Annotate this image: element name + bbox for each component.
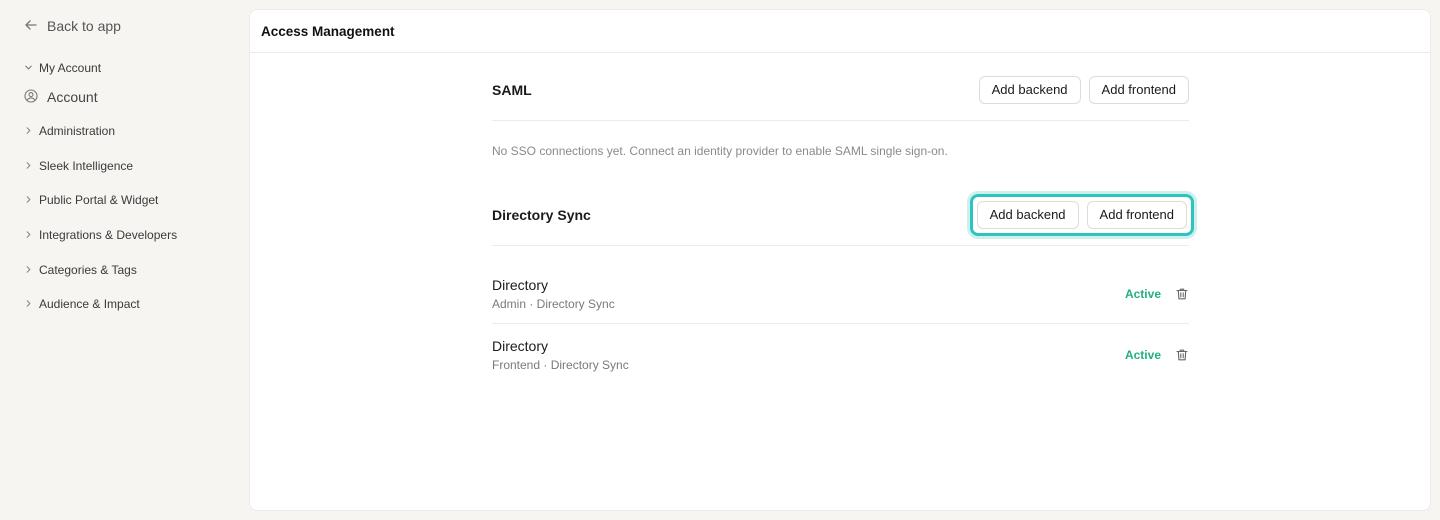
back-to-app-label: Back to app: [47, 18, 121, 34]
chevron-right-icon: [24, 193, 33, 207]
main-panel: Access Management SAML Add backend Add f…: [249, 9, 1431, 511]
sidebar-group-integrations[interactable]: Integrations & Developers: [24, 226, 177, 244]
directory-row-actions: Active: [1125, 348, 1189, 362]
directory-meta: Frontend · Directory Sync: [492, 358, 629, 372]
page-title: Access Management: [261, 23, 395, 39]
app-root: Back to app My Account Account Administr…: [0, 0, 1440, 520]
directory-name: Directory: [492, 276, 549, 293]
chevron-right-icon: [24, 228, 33, 242]
sidebar-group-label: Administration: [39, 124, 116, 138]
sidebar-group-label: Integrations & Developers: [39, 228, 178, 242]
sidebar-group-administration[interactable]: Administration: [24, 122, 115, 140]
directory-row-actions: Active: [1125, 287, 1189, 301]
list-item: Directory Frontend · Directory Sync Acti…: [492, 325, 1189, 385]
sidebar-group-label: Audience & Impact: [39, 297, 140, 311]
sidebar-group-label: My Account: [39, 61, 102, 75]
directory-sync-add-backend-button[interactable]: Add backend: [976, 200, 1079, 229]
status-badge: Active: [1124, 286, 1161, 301]
sidebar-group-label: Public Portal & Widget: [39, 193, 159, 207]
chevron-right-icon: [24, 159, 33, 173]
directory-sync-section-header: Directory Sync Add backend Add frontend: [492, 184, 1194, 246]
arrow-left-icon: [24, 18, 38, 35]
directory-sync-section-title: Directory Sync: [492, 206, 591, 223]
list-item: Directory Admin · Directory Sync Active: [492, 264, 1189, 324]
chevron-right-icon: [24, 124, 33, 138]
sidebar-group-my-account[interactable]: My Account: [24, 59, 101, 77]
chevron-down-icon: [24, 61, 33, 75]
sidebar-group-categories-tags[interactable]: Categories & Tags: [24, 261, 137, 279]
saml-add-backend-button[interactable]: Add backend: [978, 75, 1081, 104]
sidebar-group-label: Categories & Tags: [39, 263, 137, 277]
sidebar-item-label: Account: [47, 89, 98, 105]
directory-sync-add-frontend-button[interactable]: Add frontend: [1086, 200, 1187, 229]
status-badge: Active: [1124, 348, 1161, 362]
saml-section-header: SAML Add backend Add frontend: [492, 59, 1189, 121]
trash-icon[interactable]: [1175, 348, 1189, 362]
panel-header: Access Management: [250, 10, 1430, 53]
directory-name: Directory: [492, 338, 549, 354]
user-circle-icon: [24, 88, 38, 106]
sidebar-group-public-portal[interactable]: Public Portal & Widget: [24, 191, 158, 209]
trash-icon[interactable]: [1175, 287, 1189, 301]
chevron-right-icon: [24, 263, 33, 277]
back-to-app-link[interactable]: Back to app: [24, 16, 121, 36]
saml-section-title: SAML: [492, 81, 532, 98]
chevron-right-icon: [24, 297, 33, 311]
sidebar-group-sleek-intelligence[interactable]: Sleek Intelligence: [24, 157, 133, 175]
sidebar-group-audience-impact[interactable]: Audience & Impact: [24, 295, 140, 313]
directory-sync-actions: Add backend Add frontend: [969, 193, 1194, 236]
saml-actions: Add backend Add frontend: [978, 75, 1189, 104]
directory-meta: Admin · Directory Sync: [492, 296, 615, 311]
saml-add-frontend-button[interactable]: Add frontend: [1088, 75, 1189, 104]
sidebar: Back to app My Account Account Administr…: [0, 0, 248, 520]
saml-empty-message: No SSO connections yet. Connect an ident…: [492, 144, 948, 158]
sidebar-item-account[interactable]: Account: [24, 87, 98, 107]
directory-info: Directory Frontend · Directory Sync: [492, 338, 629, 372]
directory-info: Directory Admin · Directory Sync: [492, 277, 615, 311]
sidebar-group-label: Sleek Intelligence: [39, 159, 134, 173]
